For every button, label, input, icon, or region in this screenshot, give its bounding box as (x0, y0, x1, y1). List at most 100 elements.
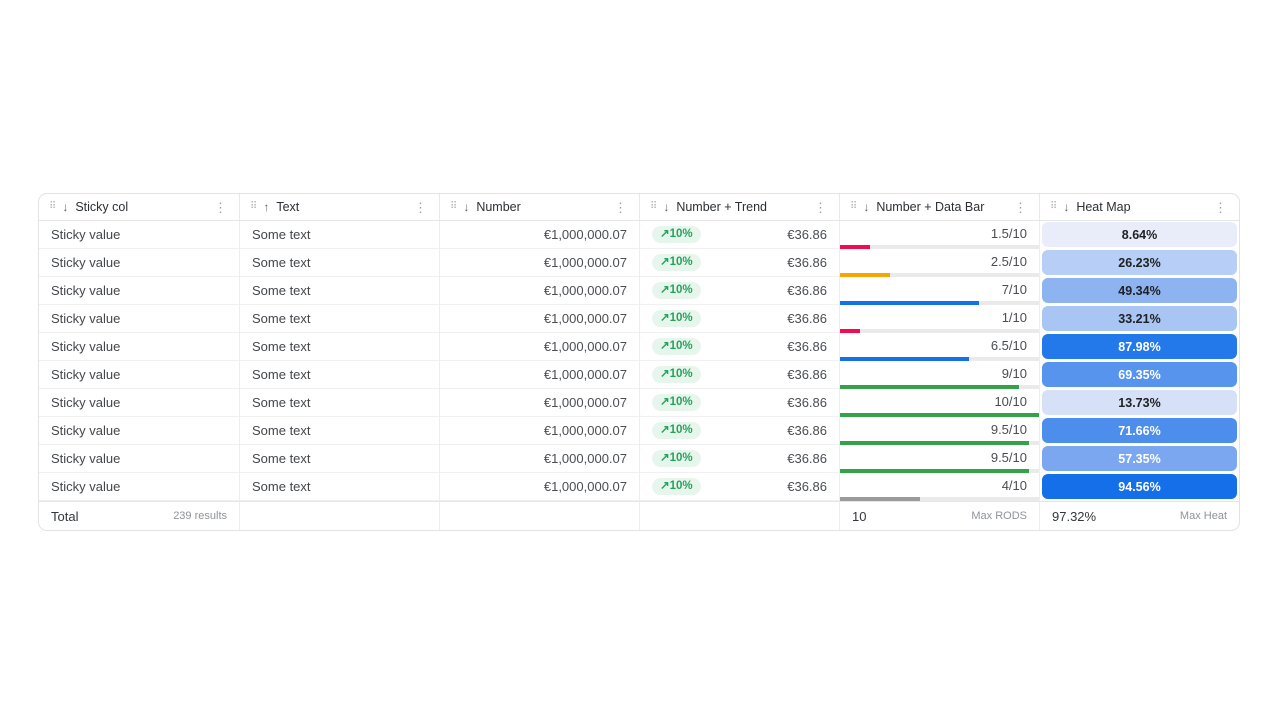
sort-descending-icon[interactable]: ↓ (863, 201, 869, 213)
trend-number-value: €36.86 (787, 283, 827, 298)
table-row: Sticky valueSome text€1,000,000.07 ↗10% €3… (39, 473, 1239, 501)
table-row: Sticky valueSome text€1,000,000.07↗10%€3… (39, 221, 1239, 249)
cell-number-trend: ↗10%€36.86 (640, 445, 840, 473)
total-bar-value: 10 (852, 509, 866, 524)
trend-up-badge: ↗10% (652, 254, 701, 271)
table-row: Sticky valueSome text€1,000,000.07↗10%€3… (39, 389, 1239, 417)
trend-number-value: €36.86 (787, 367, 827, 382)
table-row: Sticky valueSome text€1,000,000.07↗10%€3… (39, 417, 1239, 445)
table-row: Sticky valueSome text€1,000,000.07↗10%€3… (39, 249, 1239, 277)
cell-sticky-value: Sticky value (39, 445, 240, 473)
column-menu-icon[interactable]: ⋮ (610, 199, 631, 216)
column-header-number[interactable]: ⠿↓Number⋮ (440, 194, 640, 220)
drag-handle-icon[interactable]: ⠿ (250, 202, 256, 212)
cell-number-databar: 9/10 (840, 361, 1040, 389)
trend-number-value: €36.86 (787, 339, 827, 354)
cell-number-value: €1,000,000.07 (440, 277, 640, 305)
sort-descending-icon[interactable]: ↓ (62, 201, 68, 213)
drag-handle-icon[interactable]: ⠿ (650, 202, 656, 212)
cell-sticky-value: Sticky value (39, 221, 240, 249)
total-cell-databar: 10 Max RODS (840, 502, 1040, 530)
databar-value: 7/10 (1002, 282, 1027, 297)
cell-sticky-value: Sticky value (39, 473, 240, 501)
cell-number-trend: ↗10% €36.86 (640, 417, 840, 445)
databar-value: 1/10 (1002, 310, 1027, 325)
cell-number-trend: ↗10%€36.86 (640, 389, 840, 417)
drag-handle-icon[interactable]: ⠿ (850, 202, 856, 212)
cell-text-value: Some text (240, 473, 440, 501)
total-heat-value: 97.32% (1052, 509, 1096, 524)
cell-text-value: Some text (240, 277, 440, 305)
drag-handle-icon[interactable]: ⠿ (1050, 202, 1056, 212)
total-heat-max-label: Max Heat (1180, 510, 1227, 522)
cell-number-value: €1,000,000.07 (440, 417, 640, 445)
column-header-text[interactable]: ⠿ ↑ Text ⋮ (240, 194, 440, 220)
cell-number-trend: ↗10%€36.86 (640, 249, 840, 277)
table-row: Sticky valueSome text€1,000,000.07↗10%€3… (39, 445, 1239, 473)
table-body: Sticky valueSome text€1,000,000.07↗10%€3… (39, 221, 1239, 501)
drag-handle-icon[interactable]: ⠿ (49, 202, 55, 212)
column-menu-icon[interactable]: ⋮ (410, 199, 431, 216)
trend-number-value: €36.86 (787, 479, 827, 494)
trend-up-badge: ↗10% (652, 478, 701, 495)
trend-number-value: €36.86 (787, 227, 827, 242)
sort-descending-icon[interactable]: ↓ (1063, 201, 1069, 213)
cell-number-databar: 9.5/10 (840, 417, 1040, 445)
trend-number-value: €36.86 (787, 311, 827, 326)
cell-number-databar: 6.5/10 (840, 333, 1040, 361)
databar-value: 10/10 (994, 394, 1027, 409)
heatmap-value-box: 26.23% (1042, 250, 1237, 275)
heatmap-value-box: 49.34% (1042, 278, 1237, 303)
table-header-row: ⠿↓Sticky col⋮⠿↑Text⋮⠿↓Number⋮⠿↓Number + … (39, 194, 1239, 221)
column-menu-icon[interactable]: ⋮ (210, 199, 231, 216)
cell-heatmap: 71.66% (1040, 417, 1239, 445)
sort-ascending-icon[interactable]: ↑ (263, 201, 269, 213)
column-header-label: Sticky col (75, 200, 128, 214)
column-menu-icon[interactable]: ⋮ (1210, 199, 1231, 216)
cell-number-value: €1,000,000.07 (440, 249, 640, 277)
cell-number-databar: 1.5/10 (840, 221, 1040, 249)
cell-number-trend: ↗10% €36.86 (640, 361, 840, 389)
column-header-number-data-bar[interactable]: ⠿↓Number + Data Bar⋮ (840, 194, 1040, 220)
heatmap-value-box: 33.21% (1042, 306, 1237, 331)
cell-sticky-value: Sticky value (39, 333, 240, 361)
column-menu-icon[interactable]: ⋮ (810, 199, 831, 216)
column-header-label: Text (276, 200, 299, 214)
cell-sticky-value: Sticky value (39, 249, 240, 277)
column-header-label: Heat Map (1076, 200, 1130, 214)
column-header-sticky-col[interactable]: ⠿ ↓ Sticky col ⋮ (39, 194, 240, 220)
cell-number-value: €1,000,000.07 (440, 305, 640, 333)
cell-heatmap: 13.73% (1040, 389, 1239, 417)
sort-descending-icon[interactable]: ↓ (463, 201, 469, 213)
total-row: Total 239 results 10 Max RODS 97.32% Max… (39, 501, 1239, 530)
trend-number-value: €36.86 (787, 423, 827, 438)
cell-sticky-value: Sticky value (39, 305, 240, 333)
databar-value: 6.5/10 (991, 338, 1027, 353)
column-header-number-trend[interactable]: ⠿ ↓ Number + Trend ⋮ (640, 194, 840, 220)
heatmap-value-box: 94.56% (1042, 474, 1237, 499)
cell-number-value: €1,000,000.07 (440, 473, 640, 501)
trend-number-value: €36.86 (787, 395, 827, 410)
heatmap-value-box: 87.98% (1042, 334, 1237, 359)
trend-up-badge: ↗10% (652, 422, 701, 439)
cell-number-value: €1,000,000.07 (440, 445, 640, 473)
heatmap-value-box: 69.35% (1042, 362, 1237, 387)
column-menu-icon[interactable]: ⋮ (1010, 199, 1031, 216)
cell-sticky-value: Sticky value (39, 389, 240, 417)
drag-handle-icon[interactable]: ⠿ (450, 202, 456, 212)
cell-number-databar: 10/10 (840, 389, 1040, 417)
cell-heatmap: 57.35% (1040, 445, 1239, 473)
trend-up-badge: ↗10% (652, 226, 701, 243)
cell-number-trend: ↗10%€36.86 (640, 333, 840, 361)
total-cell-heatmap: 97.32% Max Heat (1040, 502, 1239, 530)
cell-text-value: Some text (240, 361, 440, 389)
databar-fill (840, 497, 920, 501)
trend-up-badge: ↗10% (652, 366, 701, 383)
cell-number-databar: 1/10 (840, 305, 1040, 333)
column-header-label: Number + Trend (676, 200, 767, 214)
column-header-heat-map[interactable]: ⠿ ↓ Heat Map ⋮ (1040, 194, 1239, 220)
cell-heatmap: 26.23% (1040, 249, 1239, 277)
cell-number-databar: 2.5/10 (840, 249, 1040, 277)
trend-number-value: €36.86 (787, 451, 827, 466)
sort-descending-icon[interactable]: ↓ (663, 201, 669, 213)
